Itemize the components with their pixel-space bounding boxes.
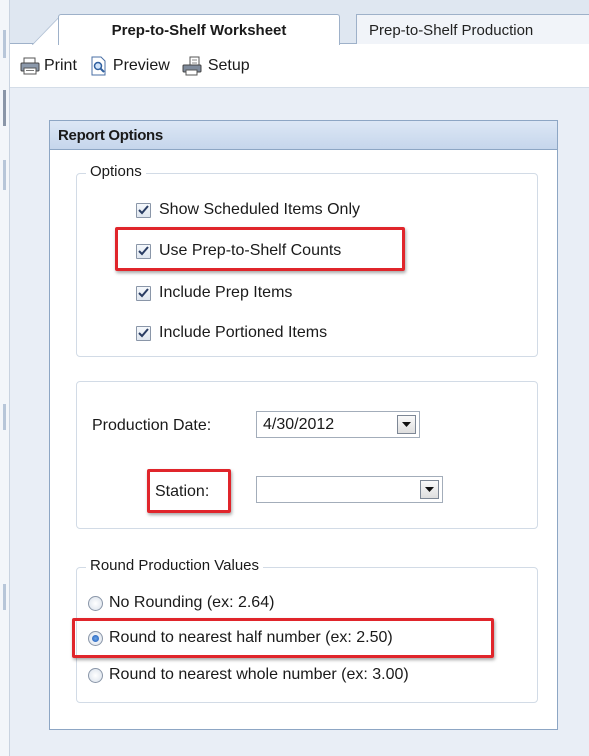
- chevron-down-icon: [402, 422, 411, 427]
- checkmark-icon: [138, 205, 149, 215]
- checkmark-icon: [138, 288, 149, 298]
- radio-button[interactable]: [88, 667, 103, 683]
- dock-marker: [3, 584, 6, 610]
- page-setup-icon: [182, 56, 202, 75]
- left-dock-strip: [0, 0, 10, 756]
- report-options-panel: Report Options Options Show Scheduled It…: [49, 120, 558, 730]
- show-scheduled-items-checkbox[interactable]: Show Scheduled Items Only: [136, 201, 360, 219]
- print-label: Print: [44, 56, 77, 74]
- print-button[interactable]: Print: [20, 57, 77, 75]
- preview-label: Preview: [112, 56, 170, 74]
- station-label: Station:: [155, 483, 210, 500]
- options-legend: Options: [86, 163, 146, 180]
- toolbar: Print Preview Setup: [10, 44, 589, 88]
- dock-marker: [3, 404, 6, 430]
- checkbox-box[interactable]: [136, 325, 151, 341]
- checkbox-box[interactable]: [136, 285, 151, 301]
- radio-label: Round to nearest half number (ex: 2.50): [109, 629, 393, 646]
- radio-round-half[interactable]: Round to nearest half number (ex: 2.50): [88, 629, 393, 647]
- checkbox-label: Use Prep-to-Shelf Counts: [159, 242, 342, 259]
- date-station-group: [76, 381, 538, 529]
- panel-title: Report Options: [50, 121, 557, 150]
- radio-button[interactable]: [88, 595, 103, 611]
- use-prep-to-shelf-counts-checkbox[interactable]: Use Prep-to-Shelf Counts: [136, 242, 341, 260]
- radio-no-rounding[interactable]: No Rounding (ex: 2.64): [88, 594, 274, 612]
- production-date-value: 4/30/2012: [263, 415, 335, 433]
- preview-icon: [91, 56, 106, 75]
- station-select[interactable]: [256, 476, 443, 503]
- dropdown-button[interactable]: [397, 415, 416, 434]
- tab-bar: Prep-to-Shelf Worksheet Prep-to-Shelf Pr…: [10, 0, 589, 45]
- tab-prep-to-shelf-worksheet[interactable]: Prep-to-Shelf Worksheet: [58, 14, 340, 45]
- production-date-picker[interactable]: 4/30/2012: [256, 411, 420, 438]
- checkbox-box[interactable]: [136, 202, 151, 218]
- checkbox-label: Include Portioned Items: [159, 324, 328, 341]
- setup-button[interactable]: Setup: [182, 56, 250, 76]
- rounding-legend: Round Production Values: [86, 557, 263, 574]
- dock-marker: [3, 160, 6, 190]
- radio-label: No Rounding (ex: 2.64): [109, 594, 275, 611]
- dropdown-button[interactable]: [420, 480, 439, 499]
- radio-round-whole[interactable]: Round to nearest whole number (ex: 3.00): [88, 666, 409, 684]
- checkmark-icon: [138, 246, 149, 256]
- checkbox-label: Include Prep Items: [159, 284, 293, 301]
- radio-label: Round to nearest whole number (ex: 3.00): [109, 666, 409, 683]
- include-prep-items-checkbox[interactable]: Include Prep Items: [136, 284, 292, 302]
- checkbox-label: Show Scheduled Items Only: [159, 201, 360, 218]
- checkbox-box[interactable]: [136, 243, 151, 259]
- radio-button[interactable]: [88, 630, 103, 646]
- production-date-label: Production Date:: [92, 417, 212, 434]
- dock-marker: [3, 30, 6, 58]
- printer-icon: [20, 57, 40, 74]
- tab-label: Prep-to-Shelf Worksheet: [111, 21, 287, 39]
- include-portioned-items-checkbox[interactable]: Include Portioned Items: [136, 324, 327, 342]
- setup-label: Setup: [207, 56, 250, 74]
- chevron-down-icon: [425, 487, 434, 492]
- tab-prep-to-shelf-production[interactable]: Prep-to-Shelf Production: [356, 14, 589, 45]
- tab-label: Prep-to-Shelf Production: [369, 21, 534, 39]
- checkmark-icon: [138, 328, 149, 338]
- preview-button[interactable]: Preview: [89, 56, 170, 76]
- dock-marker: [3, 90, 6, 126]
